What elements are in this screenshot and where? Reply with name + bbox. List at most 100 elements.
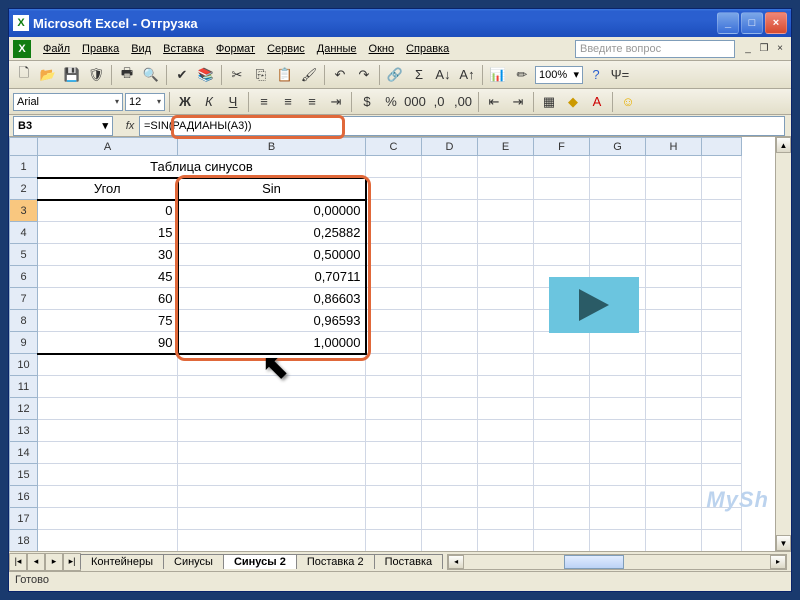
menu-view[interactable]: Вид [125,40,157,58]
menu-file[interactable]: Файл [37,40,76,58]
tab-next-button[interactable]: ▸ [45,553,63,571]
cell[interactable]: 0,86603 [178,288,366,310]
cell[interactable]: 0,96593 [178,310,366,332]
row-header[interactable]: 9 [10,332,38,354]
tab-prev-button[interactable]: ◂ [27,553,45,571]
undo-icon[interactable]: ↶ [329,64,351,86]
bold-button[interactable]: Ж [174,91,196,113]
row-header[interactable]: 6 [10,266,38,288]
minimize-button[interactable]: _ [717,12,739,34]
mdi-restore-button[interactable]: ❐ [757,42,771,56]
menu-insert[interactable]: Вставка [157,40,210,58]
excel-icon[interactable]: X [13,40,31,58]
new-icon[interactable]: 🗋 [13,64,35,86]
cell[interactable]: 0,50000 [178,244,366,266]
cell[interactable]: 0,25882 [178,222,366,244]
row-header[interactable]: 1 [10,156,38,178]
equals-icon[interactable]: Ψ= [609,64,631,86]
decrease-indent-icon[interactable]: ⇤ [483,91,505,113]
cell[interactable]: 45 [38,266,178,288]
cell[interactable]: Sin [178,178,366,200]
maximize-button[interactable]: □ [741,12,763,34]
row-header[interactable]: 16 [10,486,38,508]
font-combo[interactable]: Arial▾ [13,93,123,111]
row-header[interactable]: 5 [10,244,38,266]
smiley-icon[interactable]: ☺ [617,91,639,113]
row-header[interactable]: 2 [10,178,38,200]
formula-input[interactable]: =SIN(РАДИАНЫ(A3)) [139,116,785,136]
drawing-icon[interactable]: ✏ [511,64,533,86]
menu-help[interactable]: Справка [400,40,455,58]
research-icon[interactable]: 📚 [195,64,217,86]
cell[interactable]: 60 [38,288,178,310]
font-color-icon[interactable]: A [586,91,608,113]
scroll-right-button[interactable]: ▸ [770,555,786,569]
help-question-input[interactable]: Введите вопрос [575,40,735,58]
cell[interactable]: 0,70711 [178,266,366,288]
zoom-combo[interactable]: 100%▾ [535,66,583,84]
vertical-scrollbar[interactable]: ▲ ▼ [775,137,791,551]
percent-icon[interactable]: % [380,91,402,113]
help-icon[interactable]: ? [585,64,607,86]
row-header[interactable]: 4 [10,222,38,244]
increase-decimal-icon[interactable]: ,0 [428,91,450,113]
format-painter-icon[interactable]: 🖌 [298,64,320,86]
redo-icon[interactable]: ↷ [353,64,375,86]
align-center-icon[interactable]: ≡ [277,91,299,113]
col-header[interactable]: D [422,138,478,156]
row-header[interactable]: 3 [10,200,38,222]
fx-icon[interactable]: fx [121,120,139,132]
cell[interactable]: 0 [38,200,178,222]
scroll-left-button[interactable]: ◂ [448,555,464,569]
italic-button[interactable]: К [198,91,220,113]
scroll-down-button[interactable]: ▼ [776,535,791,551]
mdi-minimize-button[interactable]: _ [741,42,755,56]
cell[interactable]: 15 [38,222,178,244]
name-box[interactable]: B3▾ [13,116,113,136]
cut-icon[interactable]: ✂ [226,64,248,86]
mdi-close-button[interactable]: × [773,42,787,56]
row-header[interactable]: 12 [10,398,38,420]
print-preview-icon[interactable]: 🔍 [140,64,162,86]
col-header[interactable]: G [590,138,646,156]
sort-asc-icon[interactable]: A↓ [432,64,454,86]
copy-icon[interactable]: ⎘ [250,64,272,86]
close-button[interactable]: × [765,12,787,34]
select-all-button[interactable] [10,138,38,156]
tab-last-button[interactable]: ▸| [63,553,81,571]
col-header[interactable]: B [178,138,366,156]
align-left-icon[interactable]: ≡ [253,91,275,113]
play-shape[interactable] [549,277,639,333]
decrease-decimal-icon[interactable]: ,00 [452,91,474,113]
col-header[interactable]: C [366,138,422,156]
merge-center-icon[interactable]: ⇥ [325,91,347,113]
worksheet-grid[interactable]: A B C D E F G H 1 Таблица синусов 2 Угол… [9,137,791,551]
sheet-tab-active[interactable]: Синусы 2 [223,554,297,569]
tab-first-button[interactable]: |◂ [9,553,27,571]
row-header[interactable]: 17 [10,508,38,530]
hyperlink-icon[interactable]: 🔗 [384,64,406,86]
chart-icon[interactable]: 📊 [487,64,509,86]
sheet-tab[interactable]: Контейнеры [80,554,164,569]
menu-tools[interactable]: Сервис [261,40,311,58]
col-header[interactable]: F [534,138,590,156]
scroll-thumb[interactable] [564,555,624,569]
cell[interactable]: Таблица синусов [38,156,366,178]
row-header[interactable]: 18 [10,530,38,552]
row-header[interactable]: 13 [10,420,38,442]
increase-indent-icon[interactable]: ⇥ [507,91,529,113]
cell[interactable]: 1,00000 [178,332,366,354]
row-header[interactable]: 14 [10,442,38,464]
sheet-tab[interactable]: Синусы [163,554,224,569]
fontsize-combo[interactable]: 12▾ [125,93,165,111]
underline-button[interactable]: Ч [222,91,244,113]
horizontal-scrollbar[interactable]: ◂ ▸ [447,554,787,570]
cell[interactable]: 75 [38,310,178,332]
align-right-icon[interactable]: ≡ [301,91,323,113]
cell[interactable]: 90 [38,332,178,354]
borders-icon[interactable]: ▦ [538,91,560,113]
row-header[interactable]: 10 [10,354,38,376]
currency-icon[interactable]: $ [356,91,378,113]
autosum-icon[interactable]: Σ [408,64,430,86]
spellcheck-icon[interactable]: ✔ [171,64,193,86]
